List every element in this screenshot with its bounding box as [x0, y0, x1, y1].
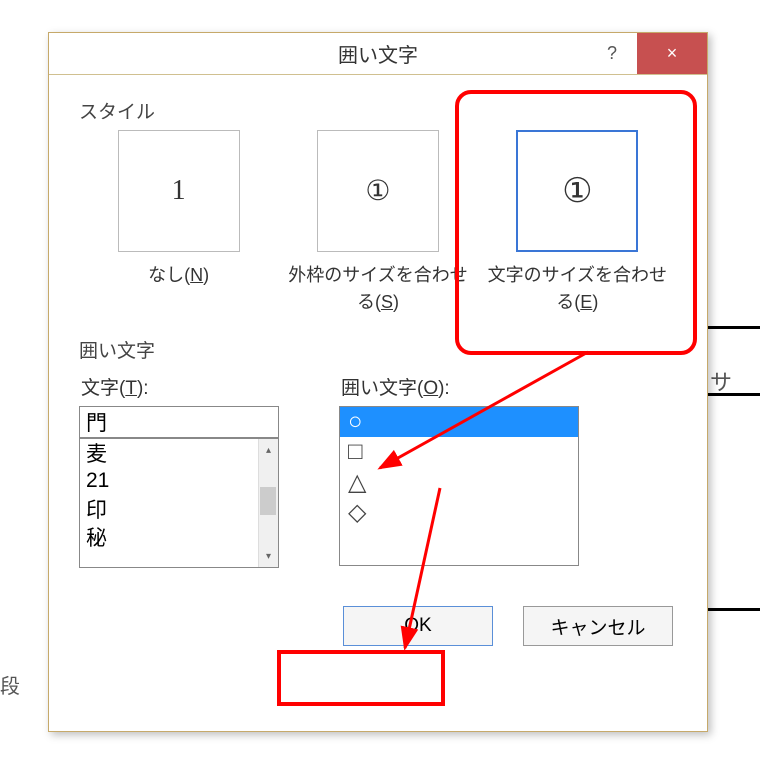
style-preview-none: 1: [118, 130, 240, 252]
scroll-thumb[interactable]: [260, 487, 276, 515]
list-item[interactable]: 秘: [80, 523, 278, 551]
dialog-title: 囲い文字: [338, 39, 418, 68]
background-line: [700, 608, 760, 611]
background-text: 段: [0, 670, 20, 699]
enclosure-option-square[interactable]: □: [340, 437, 578, 467]
background-line: [700, 393, 760, 396]
list-item[interactable]: 21: [80, 467, 278, 495]
style-option-shrink-enclosure[interactable]: ① 外枠のサイズを合わせる(S): [283, 130, 473, 316]
annotation-highlight: [455, 90, 697, 355]
titlebar: 囲い文字 ? ×: [49, 33, 707, 75]
ok-button[interactable]: OK: [343, 606, 493, 646]
style-caption: なし(N): [148, 262, 209, 289]
enclosure-option-triangle[interactable]: △: [340, 467, 578, 497]
enclosure-option-diamond[interactable]: ◇: [340, 497, 578, 527]
text-input[interactable]: [79, 406, 279, 438]
scrollbar[interactable]: ▴ ▾: [258, 439, 278, 567]
annotation-highlight: [277, 650, 445, 706]
background-line: [700, 326, 760, 329]
scroll-down-icon[interactable]: ▾: [259, 545, 278, 567]
enclosure-field-label: 囲い文字(O):: [339, 373, 589, 400]
enclosure-list[interactable]: ○ □ △ ◇: [339, 406, 579, 566]
enclosure-option-circle[interactable]: ○: [340, 407, 578, 437]
text-suggestions-list[interactable]: 麦 21 印 秘 ▴ ▾: [79, 438, 279, 568]
style-preview-shrink: ①: [317, 130, 439, 252]
close-button[interactable]: ×: [637, 33, 707, 74]
style-caption: 外枠のサイズを合わせる(S): [283, 262, 473, 316]
help-button[interactable]: ?: [587, 33, 637, 74]
style-option-none[interactable]: 1 なし(N): [84, 130, 274, 289]
scroll-up-icon[interactable]: ▴: [259, 439, 278, 461]
text-field-label: 文字(T):: [79, 373, 299, 400]
list-item[interactable]: 印: [80, 495, 278, 523]
list-item[interactable]: 麦: [80, 439, 278, 467]
cancel-button[interactable]: キャンセル: [523, 606, 673, 646]
